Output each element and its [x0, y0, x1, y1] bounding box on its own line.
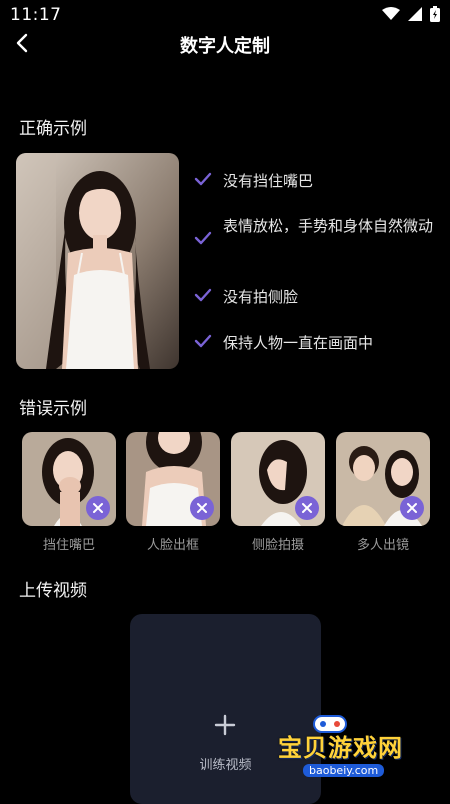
check-icon — [194, 288, 212, 302]
wrong-example-photo — [126, 432, 220, 526]
plus-icon — [214, 714, 236, 736]
check-icon — [194, 231, 212, 245]
wrong-badge — [295, 496, 319, 520]
check-item: 没有拍侧脸 — [193, 285, 298, 309]
wrong-section-title: 错误示例 — [19, 399, 87, 419]
upload-section-title: 上传视频 — [19, 581, 87, 601]
close-icon — [302, 503, 312, 513]
close-icon — [197, 503, 207, 513]
wrong-badge — [190, 496, 214, 520]
status-time: 11:17 — [10, 5, 62, 25]
check-item-label: 没有挡住嘴巴 — [223, 172, 314, 190]
check-item: 保持人物一直在画面中 — [193, 331, 373, 355]
check-item: 没有挡住嘴巴 — [193, 169, 313, 193]
check-icon — [194, 172, 212, 186]
watermark-text: 宝贝游戏网 — [278, 734, 403, 762]
wrong-example-photo — [231, 432, 325, 526]
signal-icon — [408, 7, 422, 21]
page-title: 数字人定制 — [180, 36, 270, 57]
close-icon — [93, 503, 103, 513]
battery-icon — [430, 6, 440, 22]
wrong-example-label: 人脸出框 — [146, 538, 199, 553]
check-item-label: 没有拍侧脸 — [223, 288, 299, 306]
status-icons — [382, 6, 440, 22]
correct-section-title: 正确示例 — [19, 119, 87, 139]
status-bar: 11:17 — [0, 0, 450, 30]
check-item-label: 保持人物一直在画面中 — [223, 334, 374, 352]
check-item: 表情放松，手势和身体自然微动 — [193, 214, 443, 248]
check-item-label: 表情放松，手势和身体自然微动 — [223, 217, 434, 235]
wrong-example-label: 挡住嘴巴 — [42, 538, 95, 553]
wifi-icon — [382, 7, 400, 20]
wrong-badge — [400, 496, 424, 520]
wrong-example-label: 多人出镜 — [356, 538, 409, 553]
wrong-example-photo — [22, 432, 116, 526]
watermark-url: baobeiy.com — [303, 764, 385, 777]
wrong-example-label: 侧脸拍摄 — [251, 538, 304, 553]
watermark-logo: 宝贝游戏网 baobeiy.com — [268, 712, 448, 792]
close-icon — [407, 503, 417, 513]
check-icon — [194, 334, 212, 348]
correct-example-photo — [16, 153, 179, 369]
wrong-badge — [86, 496, 110, 520]
nav-bar: 数字人定制 — [0, 28, 450, 60]
wrong-example-photo — [336, 432, 430, 526]
